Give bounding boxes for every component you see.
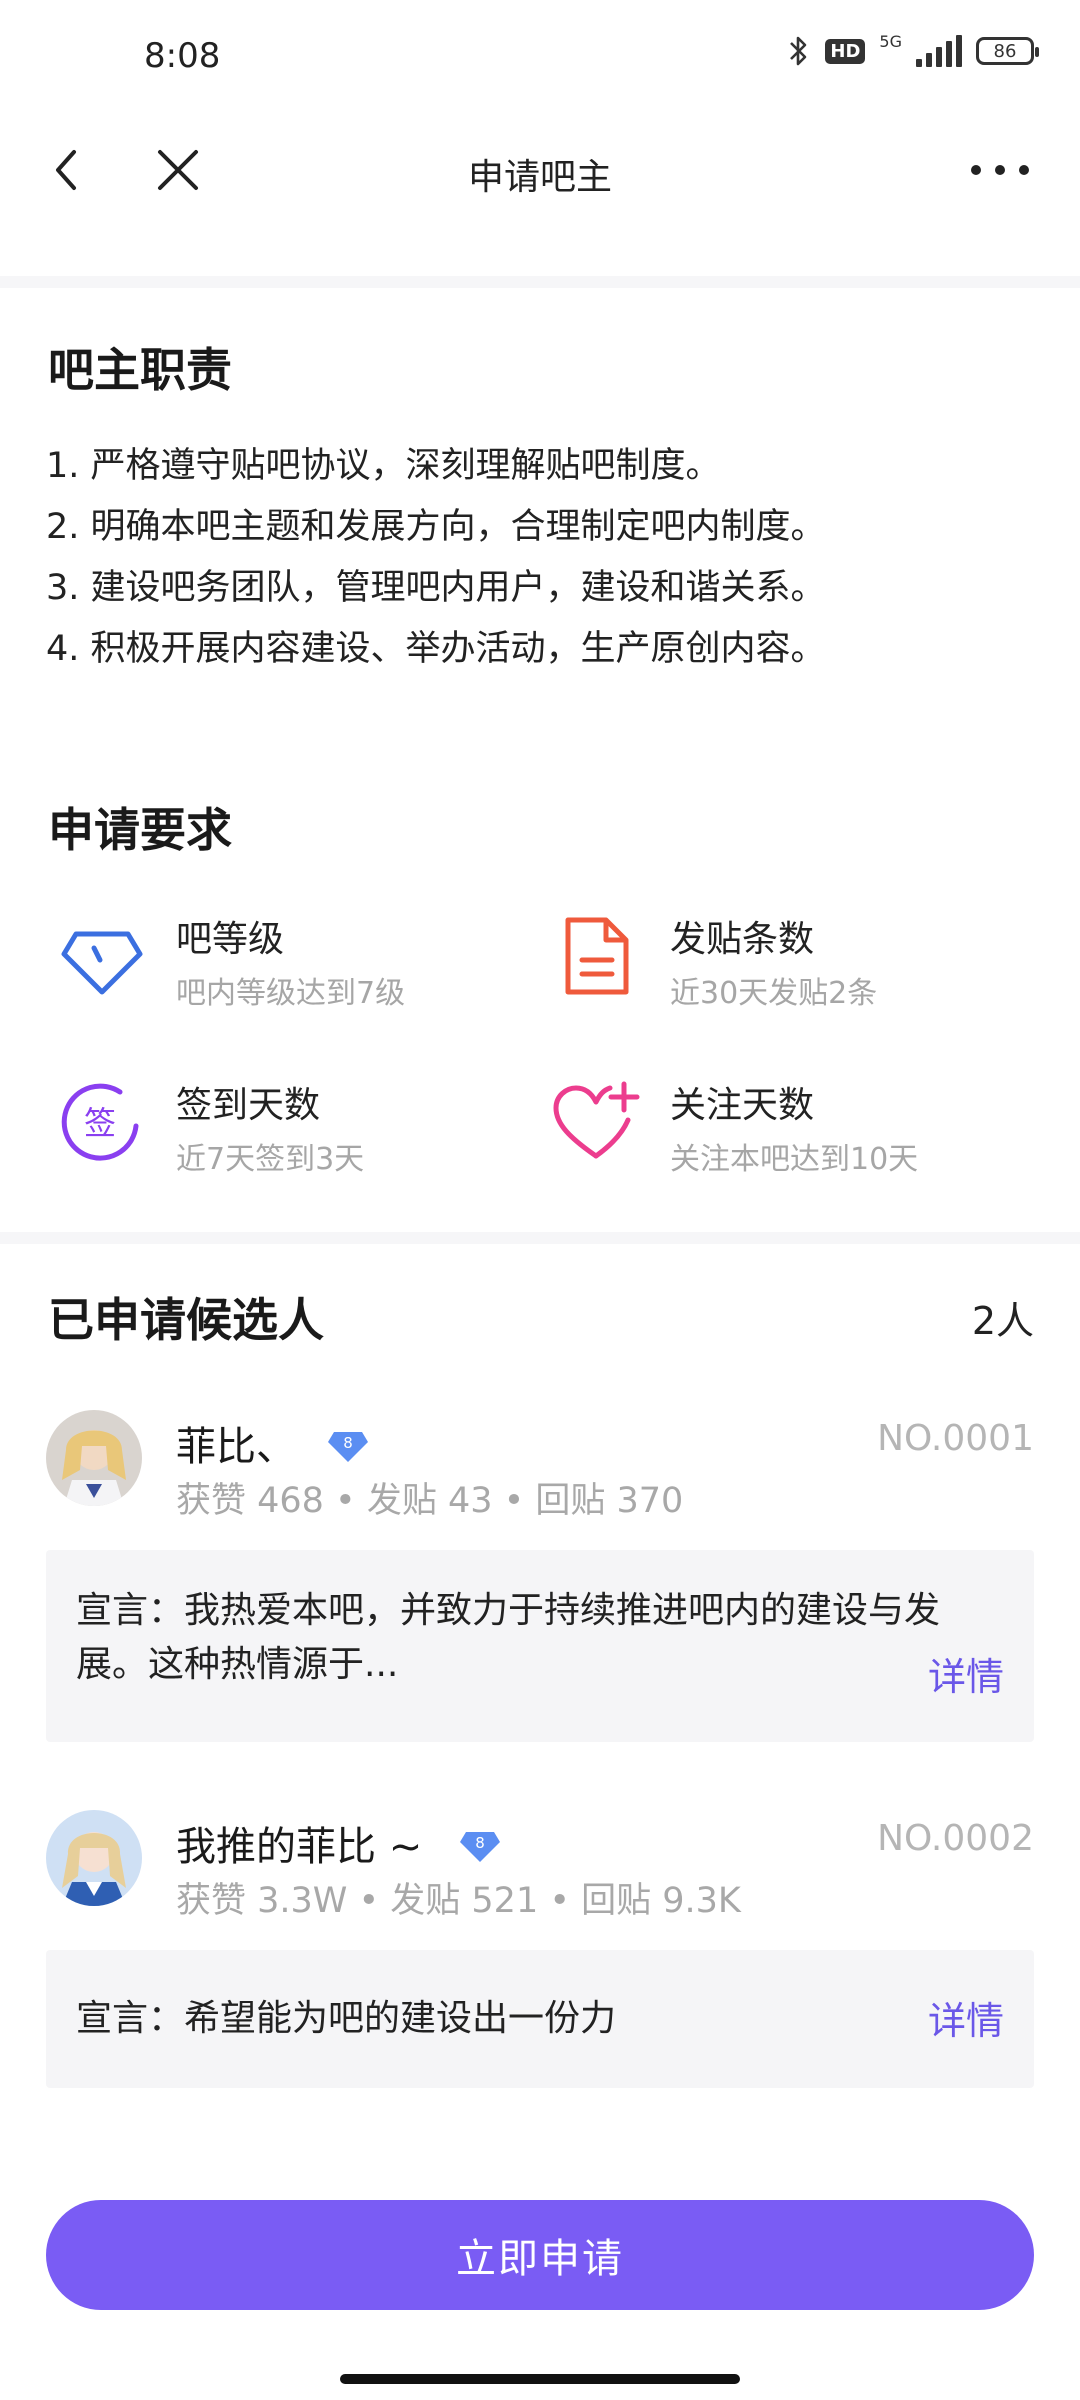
nav-bar: 申请吧主 <box>0 120 1080 230</box>
level-badge-icon: 8 <box>328 1432 368 1462</box>
divider <box>0 1232 1080 1244</box>
duties-title: 吧主职责 <box>48 343 232 397</box>
candidate-stats: 获赞 3.3W • 发贴 521 • 回贴 9.3K <box>176 1881 741 1921</box>
avatar[interactable] <box>46 1810 142 1906</box>
requirements-grid: 吧等级 吧内等级达到7级 发贴条数 近30天发贴2条 签 签到天数 近7天签到3… <box>0 900 1080 1200</box>
duty-item: 1. 严格遵守贴吧协议，深刻理解贴吧制度。 <box>46 446 721 486</box>
level-number: 8 <box>343 1434 353 1452</box>
duty-item: 2. 明确本吧主题和发展方向，合理制定吧内制度。 <box>46 507 826 547</box>
status-time: 8:08 <box>144 36 221 76</box>
candidate-name[interactable]: 我推的菲比 ~ <box>176 1814 422 1872</box>
req-desc: 近30天发贴2条 <box>670 976 878 1011</box>
duty-item: 4. 积极开展内容建设、举办活动，生产原创内容。 <box>46 629 826 669</box>
requirements-title: 申请要求 <box>48 803 232 857</box>
declaration-text: 宣言：我热爱本吧，并致力于持续推进吧内的建设与发展。这种热情源于... <box>76 1590 941 1685</box>
details-link[interactable]: 详情 <box>928 1646 1004 1701</box>
status-bar: 8:08 HD 5G 86 <box>0 0 1080 120</box>
candidate-card[interactable]: 我推的菲比 ~ 8 NO.0002 获赞 3.3W • 发贴 521 • 回贴 … <box>0 1800 1080 2100</box>
declaration-box[interactable]: 宣言：希望能为吧的建设出一份力 详情 <box>46 1950 1034 2088</box>
signal-icon <box>916 35 962 67</box>
req-title: 吧等级 <box>176 919 285 960</box>
req-post-count: 发贴条数 近30天发贴2条 <box>550 910 1030 1030</box>
candidate-count: 2人 <box>971 1299 1034 1343</box>
req-bar-level: 吧等级 吧内等级达到7级 <box>56 910 536 1030</box>
bluetooth-icon <box>790 36 807 66</box>
duties-list: 1. 严格遵守贴吧协议，深刻理解贴吧制度。 2. 明确本吧主题和发展方向，合理制… <box>46 436 1046 680</box>
battery-icon: 86 <box>976 37 1039 65</box>
req-title: 签到天数 <box>176 1085 321 1126</box>
candidate-stats: 获赞 468 • 发贴 43 • 回贴 370 <box>176 1481 684 1521</box>
svg-text:签: 签 <box>84 1104 116 1142</box>
req-title: 关注天数 <box>670 1085 815 1126</box>
details-link[interactable]: 详情 <box>928 1990 1004 2045</box>
req-desc: 关注本吧达到10天 <box>670 1142 919 1177</box>
req-follow-days: 关注天数 关注本吧达到10天 <box>550 1076 1030 1196</box>
sign-in-icon: 签 <box>61 1083 139 1161</box>
diamond-icon <box>61 931 143 995</box>
candidate-card[interactable]: 菲比、 8 NO.0001 获赞 468 • 发贴 43 • 回贴 370 宣言… <box>0 1400 1080 1760</box>
page-title: 申请吧主 <box>467 157 612 198</box>
avatar[interactable] <box>46 1410 142 1506</box>
candidate-number: NO.0002 <box>877 1818 1034 1859</box>
network-type: 5G <box>879 31 902 51</box>
candidate-name[interactable]: 菲比、 <box>176 1414 296 1472</box>
apply-now-button[interactable]: 立即申请 <box>46 2200 1034 2310</box>
battery-level: 86 <box>993 40 1017 62</box>
req-desc: 吧内等级达到7级 <box>176 976 406 1011</box>
duty-item: 3. 建设吧务团队，管理吧内用户，建设和谐关系。 <box>46 568 826 608</box>
req-title: 发贴条数 <box>670 919 815 960</box>
heart-plus-icon <box>553 1081 640 1159</box>
status-icons: HD 5G 86 <box>787 31 1039 68</box>
candidate-number: NO.0001 <box>877 1418 1034 1459</box>
home-indicator[interactable] <box>340 2374 740 2384</box>
req-desc: 近7天签到3天 <box>176 1142 365 1177</box>
document-icon <box>565 917 629 995</box>
divider <box>0 276 1080 288</box>
level-number: 8 <box>475 1834 485 1852</box>
hd-badge: HD <box>825 38 866 64</box>
more-icon[interactable] <box>960 140 1040 200</box>
declaration-text: 宣言：希望能为吧的建设出一份力 <box>76 1998 617 2039</box>
req-sign-in-days: 签 签到天数 近7天签到3天 <box>56 1076 536 1196</box>
candidates-title: 已申请候选人 <box>48 1293 324 1347</box>
declaration-box[interactable]: 宣言：我热爱本吧，并致力于持续推进吧内的建设与发展。这种热情源于... 详情 <box>46 1550 1034 1742</box>
level-badge-icon: 8 <box>460 1832 500 1862</box>
